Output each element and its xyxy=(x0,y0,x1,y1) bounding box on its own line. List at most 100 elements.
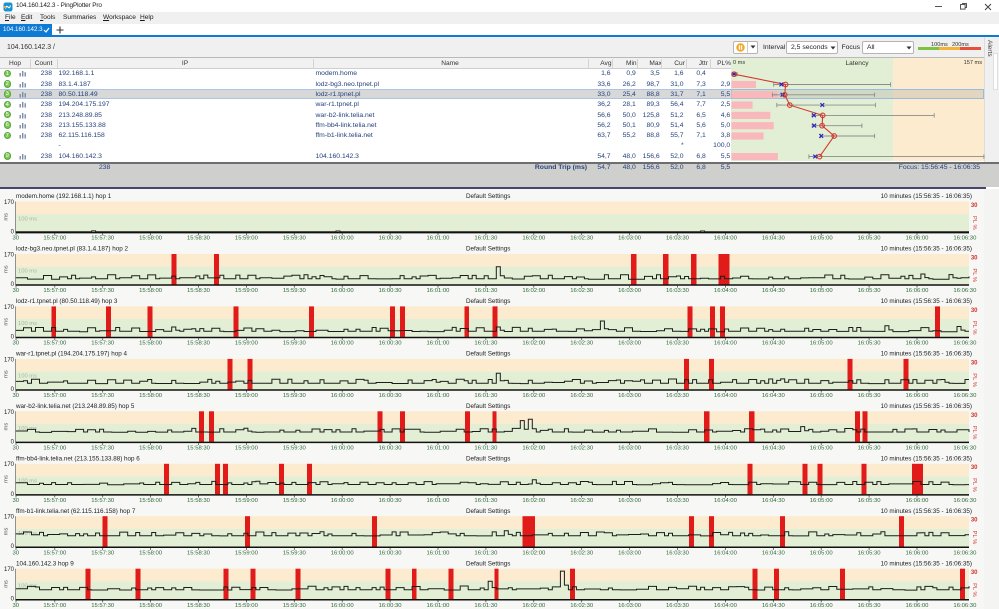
svg-text:16:00:30: 16:00:30 xyxy=(379,341,403,347)
svg-text:15:58:00: 15:58:00 xyxy=(139,236,163,242)
svg-text:15:59:00: 15:59:00 xyxy=(235,603,259,609)
svg-text:PL %: PL % xyxy=(971,321,977,335)
svg-text:15:57:30: 15:57:30 xyxy=(91,550,115,556)
svg-text:15:57:30: 15:57:30 xyxy=(91,498,115,504)
svg-text:16:05:00: 16:05:00 xyxy=(810,393,834,399)
svg-text:16:02:00: 16:02:00 xyxy=(522,393,546,399)
svg-text:PL %: PL % xyxy=(971,531,977,545)
svg-text:16:02:30: 16:02:30 xyxy=(570,445,594,451)
svg-text:16:00:00: 16:00:00 xyxy=(331,288,355,294)
svg-text:15:57:00: 15:57:00 xyxy=(43,288,67,294)
svg-text:16:05:30: 16:05:30 xyxy=(858,550,882,556)
svg-text:16:00:30: 16:00:30 xyxy=(379,288,403,294)
svg-text:16:03:00: 16:03:00 xyxy=(618,445,642,451)
svg-text:10 minutes (15:56:35 - 16:06:3: 10 minutes (15:56:35 - 16:06:35) xyxy=(881,246,972,253)
svg-text:15:59:30: 15:59:30 xyxy=(283,550,307,556)
svg-text:PL %: PL % xyxy=(971,583,977,597)
svg-text:16:04:30: 16:04:30 xyxy=(762,288,786,294)
svg-text:10 minutes (15:56:35 - 16:06:3: 10 minutes (15:56:35 - 16:06:35) xyxy=(881,193,972,200)
svg-text:170: 170 xyxy=(4,515,15,521)
svg-text:30: 30 xyxy=(971,413,978,419)
svg-text:16:04:00: 16:04:00 xyxy=(714,393,738,399)
svg-text:16:06:00: 16:06:00 xyxy=(906,341,930,347)
svg-text:100 ms: 100 ms xyxy=(18,321,37,327)
svg-text:10 minutes (15:56:35 - 16:06:3: 10 minutes (15:56:35 - 16:06:35) xyxy=(881,508,972,515)
svg-text:16:05:00: 16:05:00 xyxy=(810,603,834,609)
svg-text:16:03:00: 16:03:00 xyxy=(618,236,642,242)
svg-text:170: 170 xyxy=(4,567,15,573)
svg-text:16:01:00: 16:01:00 xyxy=(427,341,451,347)
svg-text:16:00:00: 16:00:00 xyxy=(331,341,355,347)
svg-text:Default Settings: Default Settings xyxy=(466,246,510,253)
svg-text:16:05:30: 16:05:30 xyxy=(858,288,882,294)
svg-text:15:59:30: 15:59:30 xyxy=(283,288,307,294)
svg-text:15:57:30: 15:57:30 xyxy=(91,236,115,242)
svg-text:war-r1.tpnet.pl (194.204.175.1: war-r1.tpnet.pl (194.204.175.197) hop 4 xyxy=(15,351,127,358)
svg-text:ms: ms xyxy=(4,370,10,378)
svg-text:16:06:30: 16:06:30 xyxy=(953,550,977,556)
svg-text:war-b2-link.telia.net (213.248: war-b2-link.telia.net (213.248.89.85) ho… xyxy=(15,403,135,410)
svg-text:16:05:30: 16:05:30 xyxy=(858,498,882,504)
svg-text:15:58:30: 15:58:30 xyxy=(187,603,211,609)
svg-text:16:01:30: 16:01:30 xyxy=(474,498,498,504)
svg-text:16:01:00: 16:01:00 xyxy=(427,236,451,242)
svg-text:10 minutes (15:56:35 - 16:06:3: 10 minutes (15:56:35 - 16:06:35) xyxy=(881,298,972,305)
svg-text:170: 170 xyxy=(4,305,15,311)
svg-text:16:06:30: 16:06:30 xyxy=(953,498,977,504)
svg-text:16:03:00: 16:03:00 xyxy=(618,393,642,399)
svg-text:16:05:00: 16:05:00 xyxy=(810,550,834,556)
svg-text:30: 30 xyxy=(971,360,978,366)
svg-text:16:06:30: 16:06:30 xyxy=(953,393,977,399)
svg-text:16:06:00: 16:06:00 xyxy=(906,288,930,294)
svg-text:104.160.142.3 hop 9: 104.160.142.3 hop 9 xyxy=(16,560,74,567)
svg-text:30: 30 xyxy=(13,236,20,242)
svg-text:15:58:00: 15:58:00 xyxy=(139,498,163,504)
svg-text:16:05:30: 16:05:30 xyxy=(858,393,882,399)
svg-text:16:03:30: 16:03:30 xyxy=(666,288,690,294)
svg-text:15:57:00: 15:57:00 xyxy=(43,603,67,609)
svg-text:16:01:00: 16:01:00 xyxy=(427,603,451,609)
svg-text:16:00:00: 16:00:00 xyxy=(331,236,355,242)
svg-text:100 ms: 100 ms xyxy=(18,216,37,222)
svg-text:30: 30 xyxy=(13,288,20,294)
svg-text:170: 170 xyxy=(4,357,15,363)
svg-text:16:06:30: 16:06:30 xyxy=(953,603,977,609)
svg-text:15:57:30: 15:57:30 xyxy=(91,288,115,294)
svg-text:16:03:30: 16:03:30 xyxy=(666,341,690,347)
svg-text:16:04:00: 16:04:00 xyxy=(714,341,738,347)
svg-text:16:06:00: 16:06:00 xyxy=(906,603,930,609)
svg-text:16:02:30: 16:02:30 xyxy=(570,603,594,609)
svg-text:15:59:30: 15:59:30 xyxy=(283,236,307,242)
svg-text:16:05:00: 16:05:00 xyxy=(810,498,834,504)
svg-text:15:58:00: 15:58:00 xyxy=(139,341,163,347)
svg-text:15:58:00: 15:58:00 xyxy=(139,445,163,451)
svg-text:ms: ms xyxy=(4,213,10,221)
svg-text:16:04:30: 16:04:30 xyxy=(762,236,786,242)
svg-text:lodz-bg3.neo.tpnet.pl (83.1.4.: lodz-bg3.neo.tpnet.pl (83.1.4.187) hop 2 xyxy=(16,246,129,253)
svg-text:170: 170 xyxy=(4,462,15,468)
svg-text:16:03:00: 16:03:00 xyxy=(618,341,642,347)
svg-text:15:59:30: 15:59:30 xyxy=(283,341,307,347)
svg-text:16:02:00: 16:02:00 xyxy=(522,445,546,451)
svg-text:ms: ms xyxy=(4,528,10,536)
svg-text:16:02:30: 16:02:30 xyxy=(570,550,594,556)
svg-text:Default Settings: Default Settings xyxy=(466,193,510,200)
svg-text:Default Settings: Default Settings xyxy=(466,403,510,410)
svg-text:PL %: PL % xyxy=(971,216,977,230)
svg-text:16:03:30: 16:03:30 xyxy=(666,445,690,451)
svg-text:15:57:00: 15:57:00 xyxy=(43,236,67,242)
svg-text:16:00:30: 16:00:30 xyxy=(379,445,403,451)
svg-text:16:01:30: 16:01:30 xyxy=(474,393,498,399)
svg-text:16:02:00: 16:02:00 xyxy=(522,236,546,242)
svg-text:15:58:00: 15:58:00 xyxy=(139,288,163,294)
svg-text:16:02:30: 16:02:30 xyxy=(570,288,594,294)
svg-text:16:01:00: 16:01:00 xyxy=(427,393,451,399)
svg-text:16:06:00: 16:06:00 xyxy=(906,445,930,451)
svg-text:Default Settings: Default Settings xyxy=(466,560,510,567)
svg-text:16:01:00: 16:01:00 xyxy=(427,288,451,294)
svg-text:15:58:30: 15:58:30 xyxy=(187,498,211,504)
svg-text:16:06:00: 16:06:00 xyxy=(906,550,930,556)
svg-text:16:04:30: 16:04:30 xyxy=(762,603,786,609)
svg-text:15:59:30: 15:59:30 xyxy=(283,393,307,399)
svg-text:16:04:30: 16:04:30 xyxy=(762,445,786,451)
